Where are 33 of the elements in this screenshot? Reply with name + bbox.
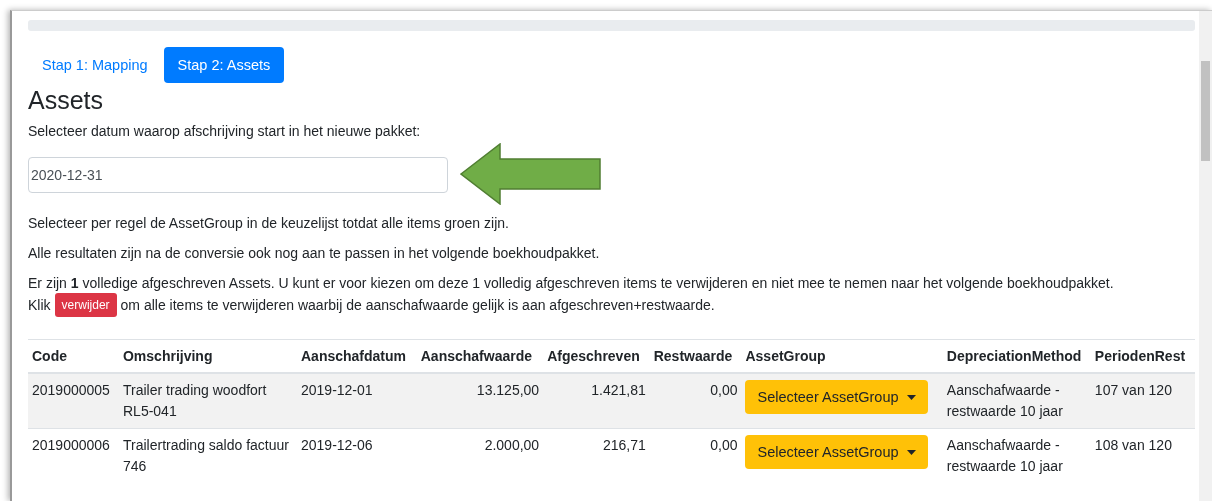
click-text: Klik <box>28 297 51 313</box>
caret-icon <box>906 449 916 455</box>
table-cell: 1.421,81 <box>543 373 650 429</box>
table-cell: Trailer trading woodfort RL5-041 <box>119 373 297 429</box>
step-tab[interactable]: Stap 1: Mapping <box>28 47 162 83</box>
table-cell: Aanschafwaarde - restwaarde 10 jaar <box>942 373 1091 429</box>
instruction-text: Selecteer per regel de AssetGroup in de keuzelijst totdat alle items groen zijn. <box>28 215 510 231</box>
date-label: Selecteer datum waarop afschrijving start in het nieuwe pakket: <box>28 123 422 139</box>
table-cell: 0,00 <box>649 373 742 429</box>
table-cell: Aanschafwaarde - restwaarde 10 jaar <box>942 428 1091 483</box>
table-cell: 0,00 <box>649 428 742 483</box>
table-cell: 2.000,00 <box>416 428 544 483</box>
table-cell: 13.125,00 <box>416 373 544 429</box>
asset-group-dropdown[interactable]: Selecteer AssetGroup <box>745 435 928 469</box>
table-cell: 2019000006 <box>28 428 119 483</box>
page-heading: Assets <box>28 86 105 115</box>
click-text: om alle items te verwijderen waarbij de aanschafwaarde gelijk is aan afgeschreven+restwaarde. <box>120 297 715 313</box>
delete-button[interactable]: verwijder <box>54 293 117 317</box>
table-cell: 2019-12-06 <box>297 428 417 483</box>
asset-group-dropdown[interactable]: Selecteer AssetGroup <box>745 380 928 414</box>
step-tab[interactable]: Stap 2: Assets <box>163 47 285 83</box>
table-cell: Trailertrading saldo factuur 746 <box>119 428 297 483</box>
caret-icon <box>906 394 916 400</box>
table-cell: 2019000005 <box>28 373 119 429</box>
scrollbar[interactable] <box>1199 11 1212 501</box>
date-input-field[interactable]: 2020-12-31 <box>28 157 448 193</box>
instruction-text: Alle resultaten zijn na de conversie ook nog aan te passen in het volgende boekhoudpakket. <box>28 245 601 261</box>
table-cell: 2019-12-01 <box>297 373 417 429</box>
table-cell: 216,71 <box>543 428 650 483</box>
scrollbar-thumb[interactable] <box>1201 61 1210 161</box>
notice-text: Er zijn 1 volledige afgeschreven Assets. U kunt er voor kiezen om deze 1 volledig afgeschreven items te verwijderen en niet mee te nemen naar het volgende boekhoudpakket. <box>28 275 1115 291</box>
table-cell: 108 van 120 <box>1090 428 1195 483</box>
table-cell: 107 van 120 <box>1090 373 1195 429</box>
